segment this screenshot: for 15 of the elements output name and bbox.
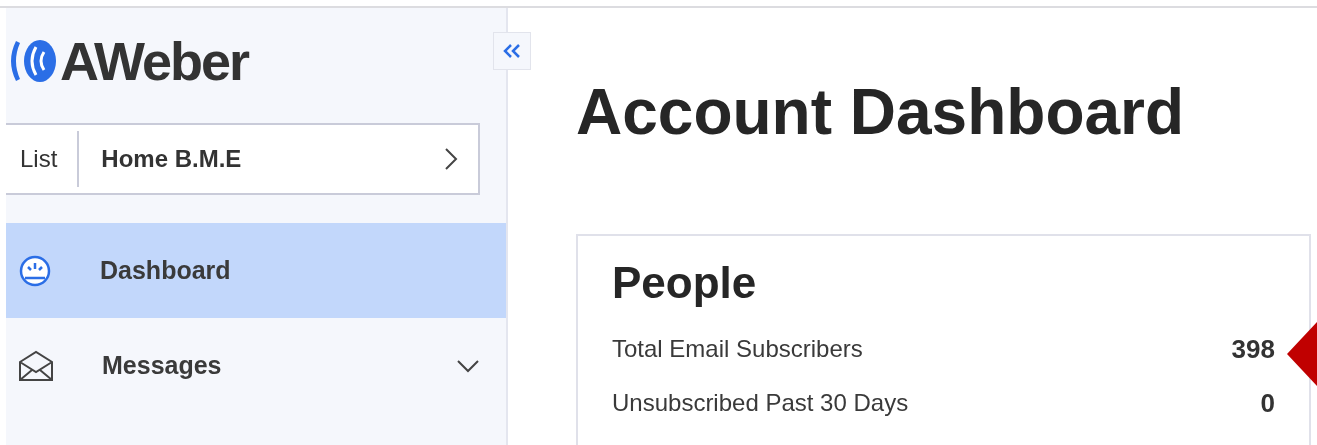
envelope-icon — [18, 349, 54, 382]
double-chevron-left-icon — [503, 43, 521, 59]
stat-label: Total Email Subscribers — [612, 335, 863, 363]
collapse-button[interactable] — [493, 32, 531, 70]
gauge-icon — [18, 253, 52, 288]
stat-label: Unsubscribed Past 30 Days — [612, 389, 909, 417]
list-selector[interactable]: List Home B.M.E — [6, 123, 480, 195]
logo-text: AWeber — [60, 33, 249, 88]
nav-item[interactable]: Messages — [6, 318, 506, 413]
page-title: Account Dashboard — [576, 80, 1186, 144]
stat-value: 398 — [1231, 333, 1275, 365]
stat-value: 0 — [1260, 387, 1275, 419]
nav-item[interactable]: Dashboard — [6, 223, 506, 318]
card-title: People — [612, 258, 758, 308]
chevron-right-icon — [444, 147, 458, 171]
